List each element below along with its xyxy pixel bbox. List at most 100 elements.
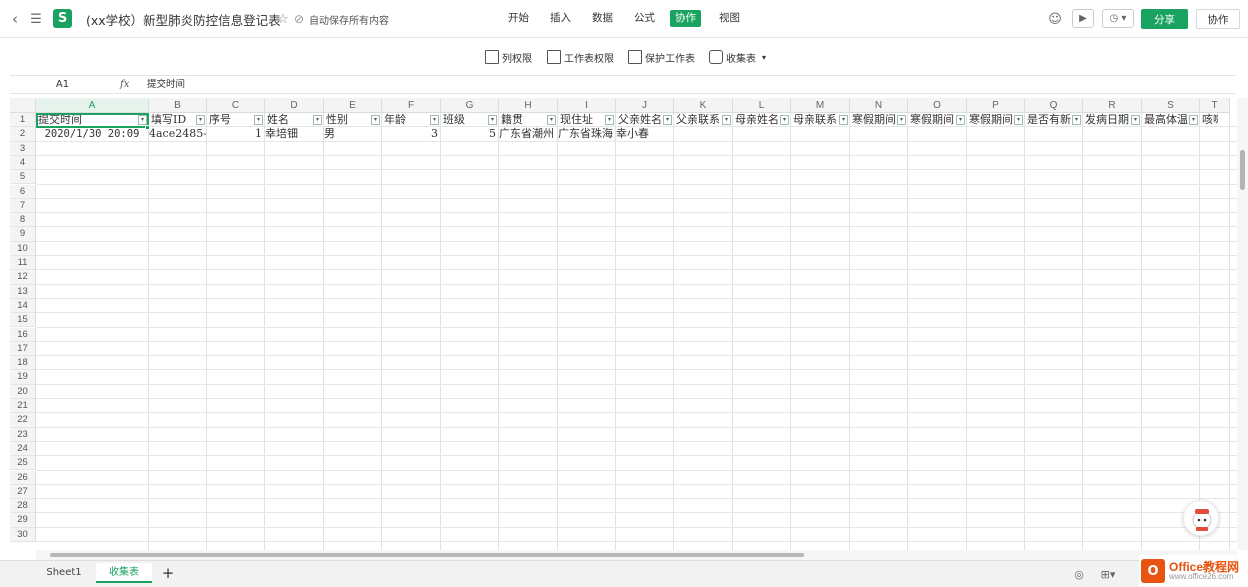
protect-sheet-button[interactable]: 保护工作表 bbox=[628, 49, 695, 65]
data-cell[interactable]: 2020/1/30 20:09 bbox=[36, 127, 148, 141]
filter-dropdown-icon[interactable]: ▾ bbox=[547, 115, 556, 125]
row-header[interactable]: 13 bbox=[10, 284, 36, 299]
row-header[interactable]: 25 bbox=[10, 456, 36, 471]
column-header[interactable]: T bbox=[1200, 98, 1230, 113]
row-header[interactable]: 28 bbox=[10, 499, 36, 514]
share-button[interactable]: 分享 bbox=[1141, 9, 1188, 29]
star-icon[interactable]: ☆ bbox=[276, 10, 290, 28]
fill-handle[interactable] bbox=[145, 125, 150, 130]
row-header[interactable]: 29 bbox=[10, 513, 36, 528]
data-cell[interactable]: 男 bbox=[324, 127, 381, 141]
filter-dropdown-icon[interactable]: ▾ bbox=[839, 115, 848, 125]
row-header[interactable]: 16 bbox=[10, 327, 36, 342]
add-sheet-icon[interactable]: + bbox=[160, 564, 176, 582]
collect-table-button[interactable]: 收集表 ▾ bbox=[709, 49, 766, 65]
header-cell[interactable]: 发病日期 bbox=[1083, 113, 1130, 127]
filter-dropdown-icon[interactable]: ▾ bbox=[488, 115, 497, 125]
column-header[interactable]: G bbox=[441, 98, 499, 113]
vertical-scroll-thumb[interactable] bbox=[1240, 150, 1245, 190]
menu-view[interactable]: 视图 bbox=[714, 10, 745, 27]
column-header[interactable]: C bbox=[207, 98, 265, 113]
header-cell[interactable]: 籍贯 bbox=[499, 113, 546, 127]
assistant-mascot-icon[interactable] bbox=[1183, 500, 1219, 536]
data-cell[interactable]: 广东省潮州 bbox=[499, 127, 557, 141]
header-cell[interactable]: 序号 bbox=[207, 113, 253, 127]
header-cell[interactable]: 姓名 bbox=[265, 113, 312, 127]
header-cell[interactable]: 寒假期间 bbox=[967, 113, 1013, 127]
row-header[interactable]: 30 bbox=[10, 527, 36, 542]
row-header[interactable]: 20 bbox=[10, 384, 36, 399]
row-header[interactable]: 5 bbox=[10, 170, 36, 185]
column-header[interactable]: J bbox=[616, 98, 674, 113]
filter-dropdown-icon[interactable]: ▾ bbox=[780, 115, 789, 125]
column-header[interactable]: L bbox=[733, 98, 791, 113]
menu-collaborate[interactable]: 协作 bbox=[670, 10, 701, 27]
filter-dropdown-icon[interactable]: ▾ bbox=[1072, 115, 1081, 125]
row-header[interactable]: 26 bbox=[10, 470, 36, 485]
column-header[interactable]: E bbox=[324, 98, 382, 113]
row-header[interactable]: 17 bbox=[10, 341, 36, 357]
data-cell[interactable]: 3 bbox=[382, 127, 440, 141]
row-header[interactable]: 8 bbox=[10, 213, 36, 228]
header-cell[interactable]: 寒假期间 bbox=[850, 113, 896, 127]
column-header[interactable]: D bbox=[265, 98, 324, 113]
row-header[interactable]: 11 bbox=[10, 256, 36, 271]
filter-dropdown-icon[interactable]: ▾ bbox=[722, 115, 731, 125]
header-cell[interactable]: 父亲联系 bbox=[674, 113, 721, 127]
header-cell[interactable]: 母亲姓名 bbox=[733, 113, 779, 127]
row-header[interactable]: 14 bbox=[10, 298, 36, 314]
column-header[interactable]: O bbox=[908, 98, 967, 113]
menu-start[interactable]: 开始 bbox=[503, 10, 534, 27]
filter-dropdown-icon[interactable]: ▾ bbox=[371, 115, 380, 125]
row-header[interactable]: 3 bbox=[10, 141, 36, 156]
header-cell[interactable]: 寒假期间 bbox=[908, 113, 955, 127]
column-header[interactable]: H bbox=[499, 98, 558, 113]
header-cell[interactable]: 填写ID bbox=[149, 113, 195, 127]
back-icon[interactable]: ‹ bbox=[8, 10, 22, 28]
row-header[interactable]: 18 bbox=[10, 356, 36, 371]
header-cell[interactable]: 性别 bbox=[324, 113, 370, 127]
column-header[interactable]: R bbox=[1083, 98, 1142, 113]
column-permission-button[interactable]: 列权限 bbox=[485, 49, 532, 65]
location-icon[interactable]: ◎ bbox=[1072, 567, 1086, 581]
cell-reference-box[interactable]: A1 bbox=[10, 76, 115, 93]
formula-input[interactable]: 提交时间 bbox=[147, 76, 185, 93]
filter-dropdown-icon[interactable]: ▾ bbox=[663, 115, 672, 125]
row-header[interactable]: 6 bbox=[10, 184, 36, 199]
column-header[interactable]: A bbox=[36, 98, 149, 113]
row-header[interactable]: 21 bbox=[10, 399, 36, 414]
header-cell[interactable]: 年龄 bbox=[382, 113, 429, 127]
filter-dropdown-icon[interactable]: ▾ bbox=[1131, 115, 1140, 125]
history-icon[interactable]: ◷ ▾ bbox=[1102, 9, 1134, 28]
document-title[interactable]: (xx学校）新型肺炎防控信息登记表 bbox=[86, 10, 281, 29]
present-icon[interactable]: ▶ bbox=[1072, 9, 1094, 28]
column-header[interactable]: P bbox=[967, 98, 1025, 113]
header-cell[interactable]: 母亲联系 bbox=[791, 113, 838, 127]
column-header[interactable]: S bbox=[1142, 98, 1200, 113]
header-cell[interactable]: 咳嗽 bbox=[1200, 113, 1218, 127]
layout-icon[interactable]: ⊞▾ bbox=[1097, 567, 1119, 581]
row-header[interactable]: 4 bbox=[10, 155, 36, 171]
row-header[interactable]: 15 bbox=[10, 313, 36, 328]
column-header[interactable]: K bbox=[674, 98, 733, 113]
horizontal-scroll-thumb[interactable] bbox=[50, 553, 804, 557]
collaborate-button[interactable]: 协作 bbox=[1196, 9, 1240, 29]
column-header[interactable]: Q bbox=[1025, 98, 1083, 113]
filter-dropdown-icon[interactable]: ▾ bbox=[196, 115, 205, 125]
row-header[interactable]: 19 bbox=[10, 370, 36, 385]
filter-dropdown-icon[interactable]: ▾ bbox=[254, 115, 263, 125]
header-cell[interactable]: 父亲姓名 bbox=[616, 113, 662, 127]
column-header[interactable]: N bbox=[850, 98, 908, 113]
menu-formula[interactable]: 公式 bbox=[629, 10, 660, 27]
menu-insert[interactable]: 插入 bbox=[545, 10, 576, 27]
spreadsheet-grid[interactable]: A B C D E F G H I J K L M N O P Q R S T 1 2 3 4 5 6 7 8 9 10 11 12 13 14 1… bbox=[10, 98, 1237, 550]
row-header[interactable]: 12 bbox=[10, 270, 36, 285]
sheet-tab-sheet1[interactable]: Sheet1 bbox=[40, 563, 88, 583]
sheet-permission-button[interactable]: 工作表权限 bbox=[547, 49, 614, 65]
fx-icon[interactable]: fx bbox=[120, 76, 132, 93]
filter-dropdown-icon[interactable]: ▾ bbox=[605, 115, 614, 125]
horizontal-scrollbar[interactable] bbox=[36, 550, 1237, 560]
row-header[interactable]: 23 bbox=[10, 427, 36, 442]
filter-dropdown-icon[interactable]: ▾ bbox=[1014, 115, 1023, 125]
filter-dropdown-icon[interactable]: ▾ bbox=[1189, 115, 1198, 125]
